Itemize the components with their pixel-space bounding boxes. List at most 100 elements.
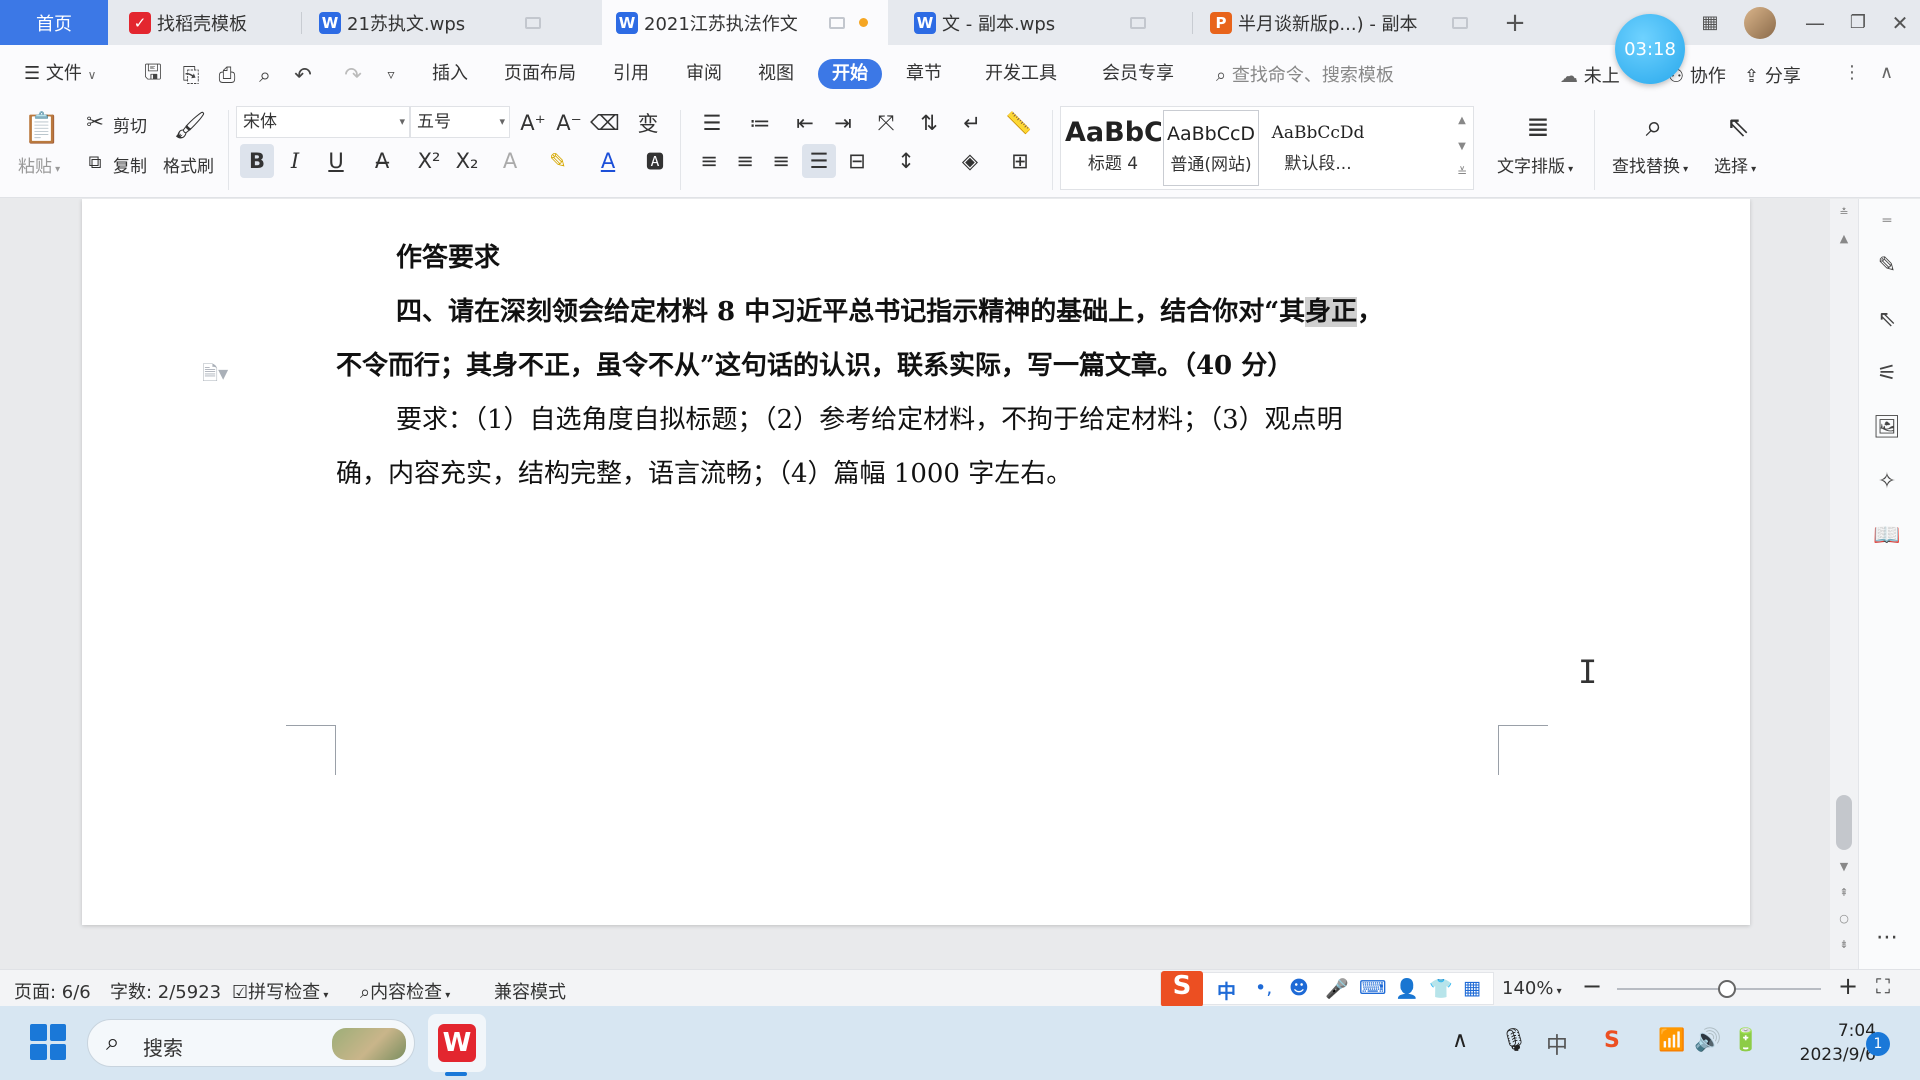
minimize-icon[interactable]: —: [1795, 0, 1835, 45]
next-page-icon[interactable]: ⇟: [1836, 938, 1852, 951]
gallery-up-icon[interactable]: ▲: [1453, 109, 1471, 131]
tray-overflow-icon[interactable]: ∧: [1452, 1028, 1468, 1053]
line-spacing-icon[interactable]: ↕: [886, 144, 926, 178]
skin-icon[interactable]: 👕: [1429, 977, 1453, 1000]
emoji-icon[interactable]: ☻: [1289, 977, 1309, 999]
redo-icon[interactable]: ↷: [340, 62, 366, 88]
menu-insert[interactable]: 插入: [428, 59, 472, 89]
bullet-list-icon[interactable]: ☰: [692, 108, 732, 138]
align-center-icon[interactable]: ≡: [730, 144, 760, 178]
battery-icon[interactable]: 🔋: [1732, 1028, 1759, 1053]
image-tools-icon[interactable]: 🖼: [1870, 410, 1904, 444]
text-layout-button[interactable]: 文字排版 ▾: [1497, 152, 1573, 177]
tab-home[interactable]: 首页: [0, 0, 108, 45]
doc-requirement-line1[interactable]: 要求：（1）自选角度自拟标题；（2）参考给定材料，不拘于给定材料；（3）观点明: [396, 399, 1343, 436]
menu-references[interactable]: 引用: [609, 59, 653, 89]
notification-badge[interactable]: 1: [1866, 1032, 1890, 1056]
font-size-select[interactable]: 五号 ▾: [410, 106, 510, 138]
scrollbar-thumb[interactable]: [1836, 795, 1852, 850]
tab-doc-21su[interactable]: W 21苏执文.wps: [305, 0, 595, 45]
bold-button[interactable]: B: [240, 144, 274, 178]
style-heading4[interactable]: AaBbC 标题 4: [1065, 110, 1161, 186]
taskbar-wps-app[interactable]: W: [428, 1014, 486, 1072]
tab-doc-copy[interactable]: W 文 - 副本.wps: [900, 0, 1190, 45]
pen-edit-icon[interactable]: ✎: [1870, 248, 1904, 282]
windows-start-icon[interactable]: [30, 1024, 66, 1060]
ai-assistant-icon[interactable]: ✧: [1870, 464, 1904, 498]
justify-icon[interactable]: ☰: [802, 144, 836, 178]
clear-format-icon[interactable]: ⌫: [590, 108, 620, 138]
zoom-out-button[interactable]: −: [1582, 972, 1602, 1000]
export-pdf-icon[interactable]: ⎘: [178, 62, 204, 88]
doc-question-line1[interactable]: 四、请在深刻领会给定材料 8 中习近平总书记指示精神的基础上，结合你对“其身正，: [396, 291, 1383, 328]
tab-doc-2021-active[interactable]: W 2021江苏执法作文: [602, 0, 888, 45]
scroll-top-icon[interactable]: ≛: [1836, 206, 1852, 219]
format-painter-button[interactable]: 格式刷: [163, 152, 214, 177]
show-marks-icon[interactable]: ↵: [952, 108, 992, 138]
zoom-slider-handle[interactable]: [1718, 980, 1736, 998]
prev-page-icon[interactable]: ⇞: [1836, 886, 1852, 899]
cursor-select-icon[interactable]: ⇖: [1718, 106, 1758, 146]
menu-developer[interactable]: 开发工具: [981, 59, 1061, 89]
scroll-up-icon[interactable]: ▲: [1836, 232, 1852, 245]
paragraph-marker-icon[interactable]: 🗎▾: [202, 359, 228, 393]
tab-template[interactable]: ✓ 找稻壳模板: [115, 0, 300, 45]
menu-page-layout[interactable]: 页面布局: [500, 59, 580, 89]
align-right-icon[interactable]: ≡: [766, 144, 796, 178]
menu-member[interactable]: 会员专享: [1098, 59, 1178, 89]
panel-handle-icon[interactable]: ═: [1870, 204, 1904, 238]
italic-button[interactable]: I: [280, 144, 310, 178]
save-icon[interactable]: 🖫: [140, 60, 166, 88]
menu-review[interactable]: 审阅: [682, 59, 726, 89]
superscript-button[interactable]: X²: [412, 144, 446, 178]
select-button[interactable]: 选择 ▾: [1714, 152, 1756, 177]
fullscreen-icon[interactable]: ⛶: [1876, 974, 1890, 998]
sort-icon[interactable]: ⇅: [914, 108, 944, 138]
ime-punct-toggle[interactable]: •,: [1255, 977, 1272, 999]
grid-apps-icon[interactable]: ▦: [1690, 0, 1730, 45]
style-normal-web[interactable]: AaBbCcD 普通(网站): [1163, 110, 1259, 186]
timer-badge[interactable]: 03:18: [1615, 14, 1685, 84]
ruler-icon[interactable]: 📏: [1002, 108, 1036, 138]
menu-file[interactable]: ☰ 文件 ∨: [20, 59, 100, 89]
tray-microphone-icon[interactable]: 🎙: [1500, 1028, 1528, 1053]
tab-ppt-banyuetan[interactable]: P 半月谈新版p...) - 副本: [1196, 0, 1486, 45]
increase-font-icon[interactable]: A⁺: [518, 108, 548, 138]
share-button[interactable]: ⇪ 分享: [1744, 62, 1801, 88]
gallery-expand-icon[interactable]: ≚: [1453, 161, 1471, 183]
sliders-icon[interactable]: ⚟: [1870, 356, 1904, 390]
wifi-icon[interactable]: 📶: [1658, 1028, 1685, 1053]
doc-question-line2[interactable]: 不令而行；其身不正，虽令不从”这句话的认识，联系实际，写一篇文章。（40 分）: [336, 345, 1293, 382]
tray-sogou-icon[interactable]: S: [1604, 1028, 1620, 1053]
page-indicator[interactable]: 页面: 6/6: [14, 978, 91, 1004]
document-page[interactable]: 作答要求 四、请在深刻领会给定材料 8 中习近平总书记指示精神的基础上，结合你对…: [82, 199, 1750, 925]
word-count[interactable]: 字数: 2/5923: [110, 978, 221, 1004]
doc-requirement-line2[interactable]: 确，内容充实，结构完整，语言流畅；（4）篇幅 1000 字左右。: [336, 453, 1072, 490]
borders-icon[interactable]: ⊞: [1000, 144, 1040, 178]
book-read-icon[interactable]: 📖: [1870, 518, 1904, 552]
find-replace-button[interactable]: 查找替换 ▾: [1612, 152, 1688, 177]
microphone-icon[interactable]: 🎤: [1325, 977, 1349, 1000]
align-left-icon[interactable]: ≡: [694, 144, 724, 178]
more-options-icon[interactable]: ⋯: [1870, 920, 1904, 954]
zoom-select[interactable]: 140% ▾: [1502, 978, 1562, 999]
highlight-color-button[interactable]: ✎: [538, 144, 578, 178]
avatar[interactable]: [1740, 0, 1780, 45]
scroll-down-icon[interactable]: ▼: [1836, 860, 1852, 873]
text-layout-icon[interactable]: ≣: [1518, 106, 1558, 146]
outdent-icon[interactable]: ⇤: [790, 108, 820, 138]
collapse-ribbon-icon[interactable]: ∧: [1880, 62, 1893, 83]
gallery-down-icon[interactable]: ▼: [1453, 135, 1471, 157]
menu-view[interactable]: 视图: [754, 59, 798, 89]
more-icon[interactable]: ⋮: [1843, 62, 1861, 83]
undo-icon[interactable]: ↶: [290, 62, 316, 88]
shading-icon[interactable]: ◈: [950, 144, 990, 178]
style-default-para[interactable]: AaBbCcDd 默认段...: [1263, 110, 1373, 186]
vertical-scrollbar[interactable]: [1830, 199, 1858, 969]
copy-button[interactable]: 复制: [113, 152, 147, 177]
selected-text[interactable]: 身正: [1305, 297, 1358, 327]
doc-heading[interactable]: 作答要求: [396, 237, 500, 274]
format-painter-icon[interactable]: 🖌: [174, 106, 207, 146]
volume-icon[interactable]: 🔊: [1694, 1028, 1721, 1053]
paste-icon[interactable]: 📋: [23, 106, 60, 150]
